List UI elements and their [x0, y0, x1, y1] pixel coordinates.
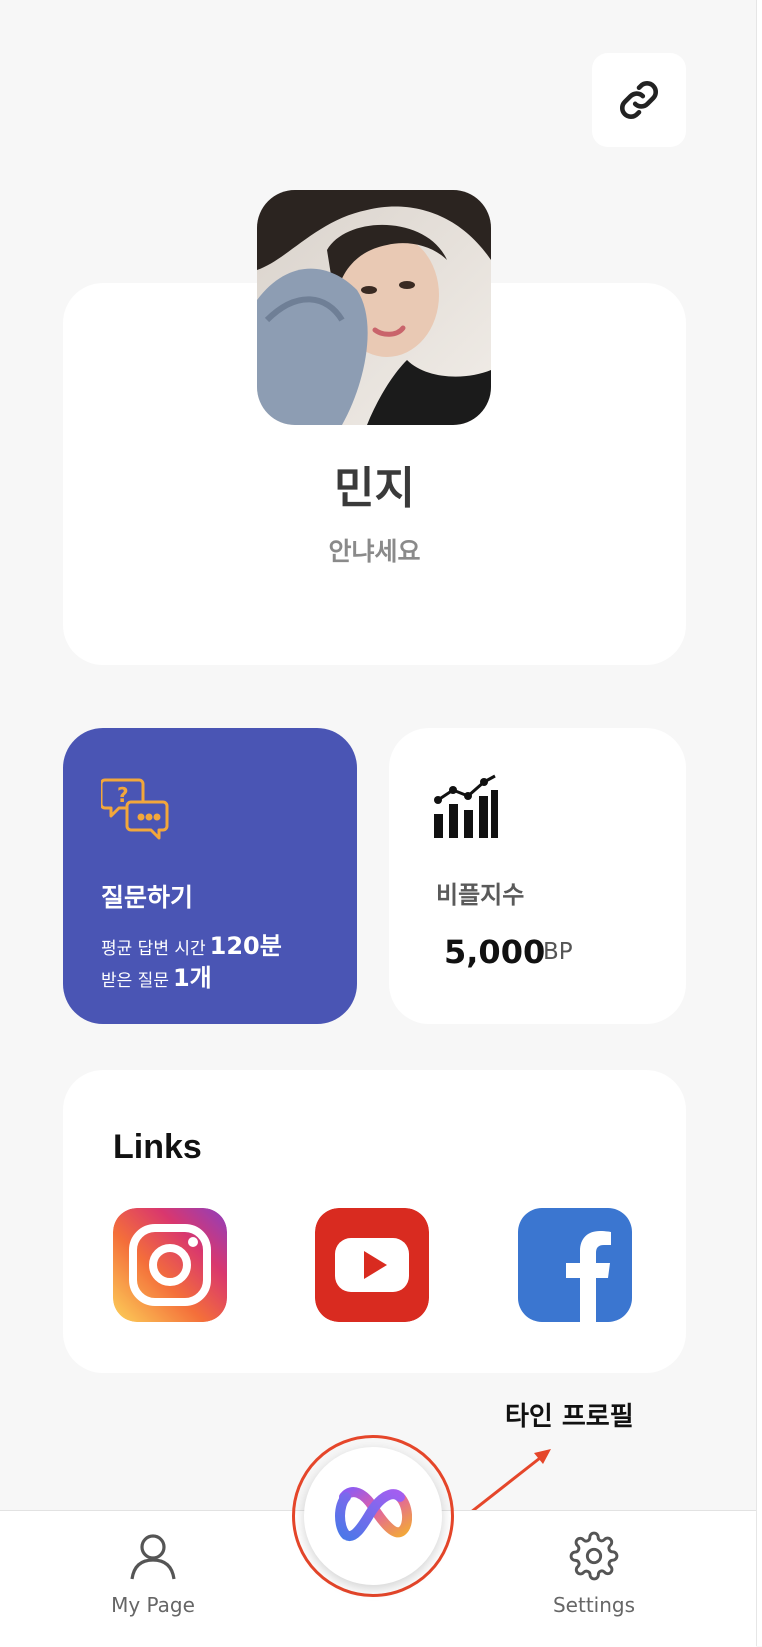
bar-chart-icon: [434, 774, 498, 838]
nav-my-page-label: My Page: [111, 1593, 195, 1617]
ask-question-card[interactable]: ? 질문하기 평균 답변 시간 120분 받은 질문 1개: [63, 728, 357, 1024]
facebook-icon: [518, 1208, 632, 1322]
link-icon: [619, 80, 659, 120]
profile-bio: 안냐세요: [328, 537, 421, 566]
youtube-icon: [315, 1208, 429, 1322]
received-questions: 받은 질문 1개: [101, 964, 212, 992]
chat-question-icon: ?: [101, 778, 169, 840]
bp-index-card[interactable]: 비플지수 5,000 BP: [389, 728, 686, 1024]
ask-title: 질문하기: [101, 883, 194, 912]
nav-my-page[interactable]: My Page: [73, 1531, 233, 1617]
links-title: Links: [113, 1128, 202, 1166]
bp-title: 비플지수: [436, 881, 525, 909]
nav-settings-label: Settings: [552, 1593, 636, 1617]
center-button-highlight: [292, 1435, 454, 1597]
instagram-icon: [113, 1208, 227, 1322]
home-button[interactable]: [304, 1447, 442, 1585]
window-edge: [756, 0, 762, 1646]
app-logo-icon: [335, 1487, 412, 1541]
annotation-label: 타인 프로필: [505, 1402, 634, 1432]
bp-unit: BP: [543, 939, 573, 965]
share-link-button[interactable]: [592, 53, 686, 147]
profile-name: 민지: [334, 463, 415, 514]
facebook-link[interactable]: [518, 1208, 632, 1322]
youtube-link[interactable]: [315, 1208, 429, 1322]
links-card: Links: [63, 1070, 686, 1373]
instagram-link[interactable]: [113, 1208, 227, 1322]
avatar[interactable]: [257, 190, 491, 425]
avg-response-time: 평균 답변 시간 120분: [101, 932, 282, 960]
bp-value: 5,000: [444, 933, 546, 971]
gear-icon: [569, 1531, 619, 1581]
user-icon: [130, 1534, 176, 1580]
nav-settings[interactable]: Settings: [514, 1531, 674, 1617]
